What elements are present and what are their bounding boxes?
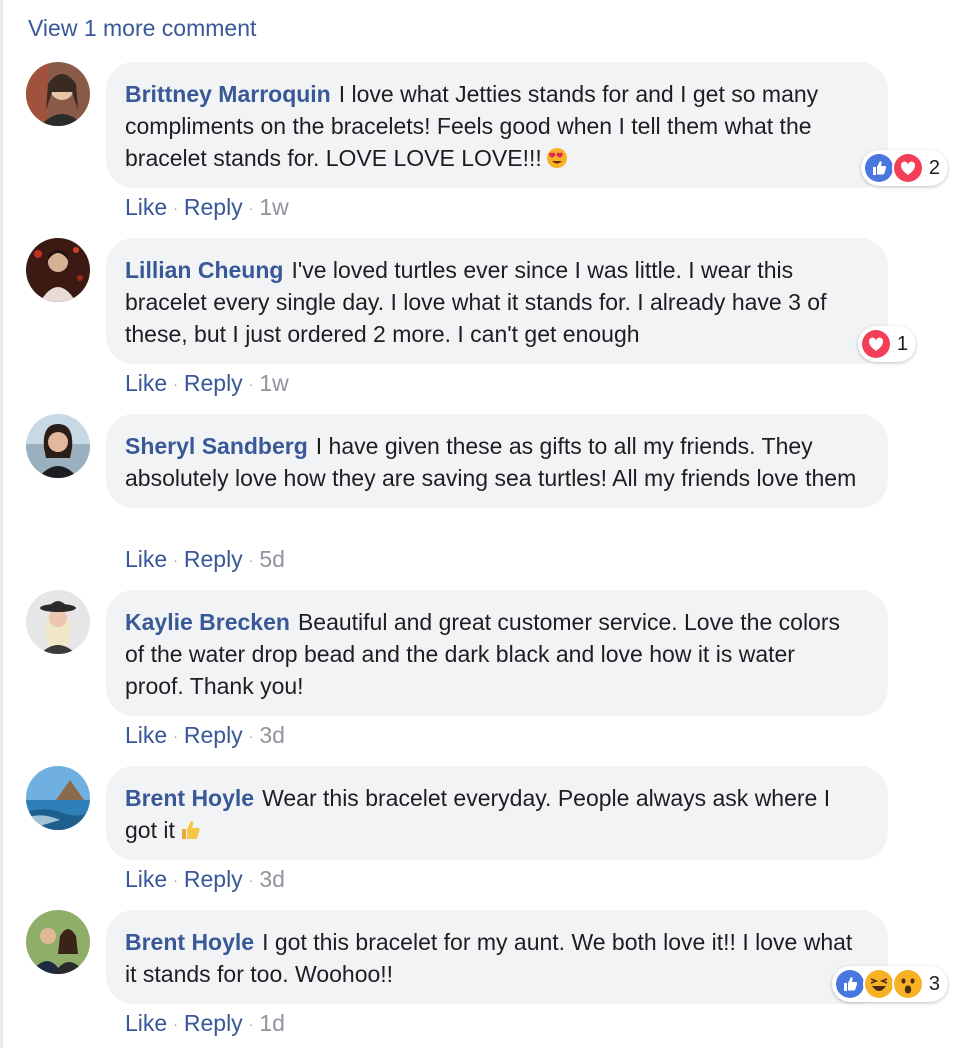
separator-dot: · bbox=[248, 376, 254, 392]
separator-dot: · bbox=[173, 200, 178, 216]
comment-actions: Like · Reply · 3d bbox=[125, 722, 285, 749]
avatar-image bbox=[26, 766, 90, 830]
comment-actions: Like · Reply · 1w bbox=[125, 194, 289, 221]
like-action-link[interactable]: Like bbox=[125, 370, 167, 396]
reaction-summary[interactable]: 3 bbox=[831, 966, 948, 1002]
comment-author-link[interactable]: Sheryl Sandberg bbox=[125, 433, 308, 459]
avatar[interactable] bbox=[26, 766, 90, 830]
separator-dot: · bbox=[248, 1016, 254, 1032]
wow-icon bbox=[891, 968, 924, 1000]
haha-icon bbox=[862, 968, 895, 1000]
avatar[interactable] bbox=[26, 414, 90, 478]
comment-bubble: Lillian Cheung I've loved turtles ever si… bbox=[106, 238, 888, 364]
reaction-count: 1 bbox=[896, 332, 908, 355]
reply-action-link[interactable]: Reply bbox=[184, 722, 243, 748]
reaction-count: 2 bbox=[928, 156, 940, 179]
comment-bubble: Brent Hoyle I got this bracelet for my au… bbox=[106, 910, 888, 1004]
separator-dot: · bbox=[248, 872, 254, 888]
avatar-image bbox=[26, 590, 90, 654]
comment-actions: Like · Reply · 1w bbox=[125, 370, 289, 397]
comment-author-link[interactable]: Brent Hoyle bbox=[125, 785, 254, 811]
like-action-link[interactable]: Like bbox=[125, 546, 167, 572]
comment-author-link[interactable]: Brent Hoyle bbox=[125, 929, 254, 955]
comment-actions: Like · Reply · 5d bbox=[125, 546, 285, 573]
like-icon bbox=[833, 968, 866, 1000]
separator-dot: · bbox=[173, 872, 178, 888]
reaction-summary[interactable]: 2 bbox=[860, 150, 948, 186]
separator-dot: · bbox=[248, 552, 254, 568]
separator-dot: · bbox=[248, 728, 254, 744]
avatar-image bbox=[26, 910, 90, 974]
avatar[interactable] bbox=[26, 238, 90, 302]
avatar[interactable] bbox=[26, 910, 90, 974]
separator-dot: · bbox=[248, 200, 254, 216]
separator-dot: · bbox=[173, 728, 178, 744]
like-action-link[interactable]: Like bbox=[125, 866, 167, 892]
reply-action-link[interactable]: Reply bbox=[184, 370, 243, 396]
comment-author-link[interactable]: Kaylie Brecken bbox=[125, 609, 290, 635]
reaction-summary[interactable]: 1 bbox=[857, 326, 916, 362]
reply-action-link[interactable]: Reply bbox=[184, 546, 243, 572]
reaction-count: 3 bbox=[928, 972, 940, 995]
like-icon bbox=[862, 152, 895, 184]
separator-dot: · bbox=[173, 1016, 178, 1032]
comment-author-link[interactable]: Lillian Cheung bbox=[125, 257, 283, 283]
comment-author-link[interactable]: Brittney Marroquin bbox=[125, 81, 331, 107]
comment-timestamp[interactable]: 1d bbox=[259, 1010, 285, 1036]
like-action-link[interactable]: Like bbox=[125, 722, 167, 748]
like-action-link[interactable]: Like bbox=[125, 194, 167, 220]
comment-timestamp[interactable]: 3d bbox=[259, 866, 285, 892]
view-more-comments-link[interactable]: View 1 more comment bbox=[28, 15, 256, 42]
comment-bubble: Sheryl Sandberg I have given these as gif… bbox=[106, 414, 888, 508]
separator-dot: · bbox=[173, 376, 178, 392]
comment-timestamp[interactable]: 1w bbox=[259, 370, 288, 396]
comment-bubble: Brittney Marroquin I love what Jetties st… bbox=[106, 62, 888, 188]
reply-action-link[interactable]: Reply bbox=[184, 1010, 243, 1036]
comment-timestamp[interactable]: 1w bbox=[259, 194, 288, 220]
comment-bubble: Brent Hoyle Wear this bracelet everyday. … bbox=[106, 766, 888, 860]
reply-action-link[interactable]: Reply bbox=[184, 194, 243, 220]
avatar-image bbox=[26, 62, 90, 126]
comment-actions: Like · Reply · 3d bbox=[125, 866, 285, 893]
comment-bubble: Kaylie Brecken Beautiful and great custom… bbox=[106, 590, 888, 716]
comment-timestamp[interactable]: 5d bbox=[259, 546, 285, 572]
love-icon bbox=[891, 152, 924, 184]
left-divider bbox=[0, 0, 3, 1048]
comment-actions: Like · Reply · 1d bbox=[125, 1010, 285, 1037]
avatar-image bbox=[26, 414, 90, 478]
separator-dot: · bbox=[173, 552, 178, 568]
like-action-link[interactable]: Like bbox=[125, 1010, 167, 1036]
avatar[interactable] bbox=[26, 590, 90, 654]
thumbs-up-emoji-icon bbox=[179, 817, 201, 839]
heart-eyes-emoji-icon bbox=[546, 145, 568, 168]
love-icon bbox=[859, 328, 892, 360]
reply-action-link[interactable]: Reply bbox=[184, 866, 243, 892]
avatar-image bbox=[26, 238, 90, 302]
avatar[interactable] bbox=[26, 62, 90, 126]
comment-timestamp[interactable]: 3d bbox=[259, 722, 285, 748]
